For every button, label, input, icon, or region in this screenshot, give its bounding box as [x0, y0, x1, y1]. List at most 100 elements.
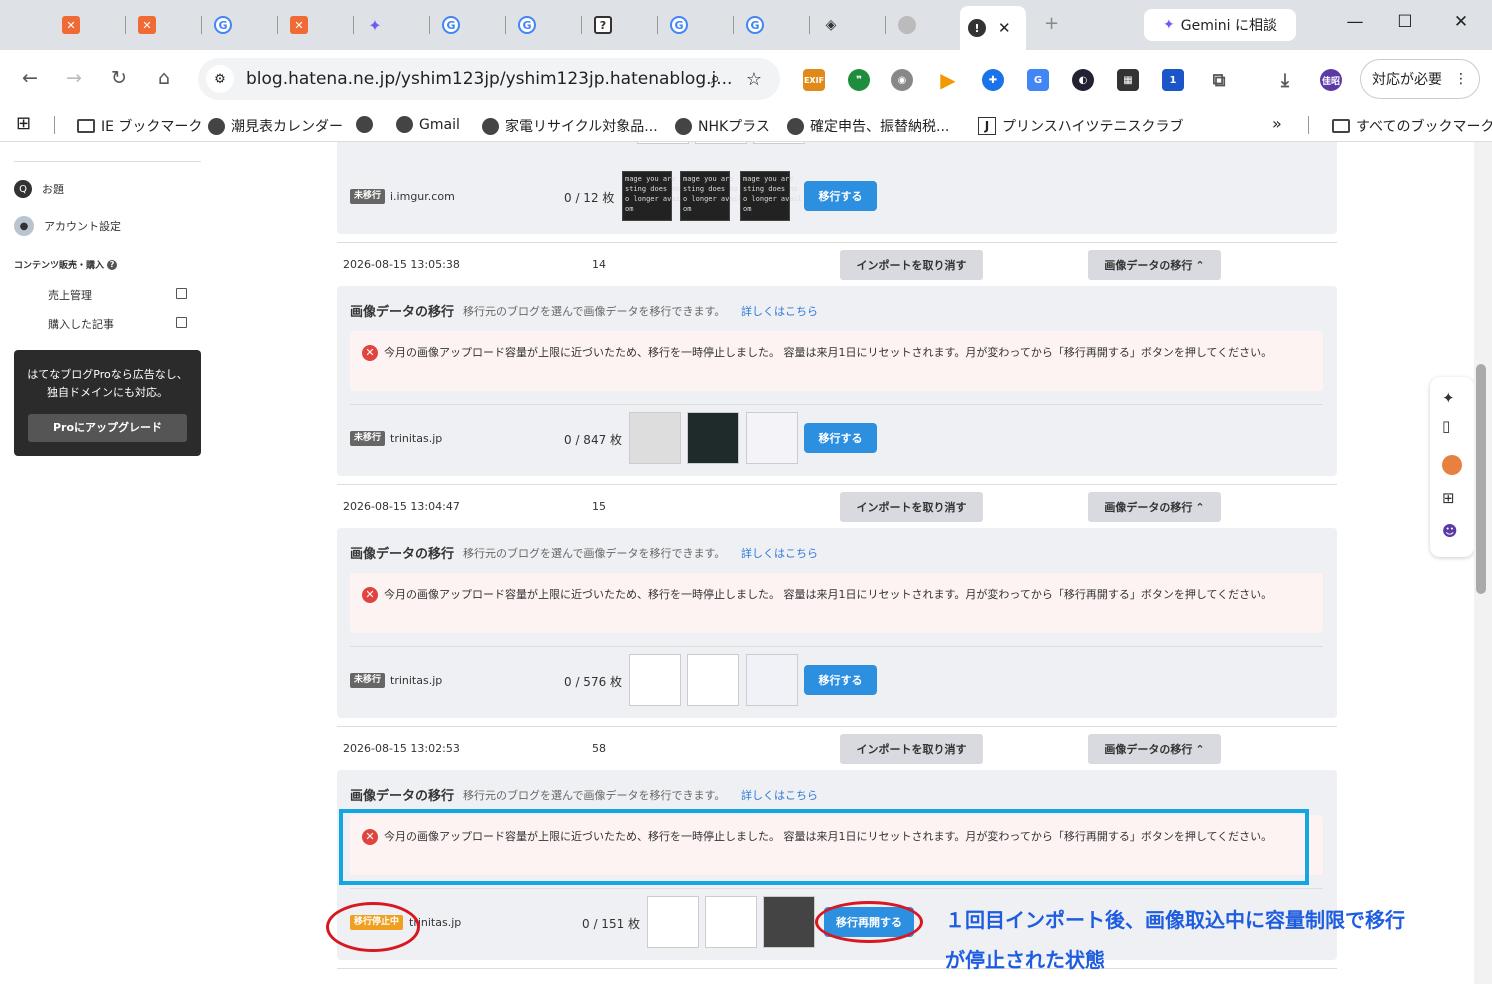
tab[interactable]: ? [586, 10, 658, 40]
site-info-icon[interactable]: ⚙ [206, 65, 234, 93]
avatar[interactable]: 佳昭 [1320, 69, 1342, 91]
scrollbar-thumb[interactable] [1476, 364, 1486, 594]
external-link-icon [176, 317, 187, 328]
bookmark-star-icon[interactable]: ☆ [746, 69, 762, 90]
image-thumbnail: mage you are sting does no o longer avai… [622, 171, 684, 221]
bookmark-item[interactable]: NHKプラス [675, 116, 770, 136]
user-icon: ● [14, 216, 34, 236]
details-link[interactable]: 詳しくはこちら [741, 787, 818, 803]
tab[interactable]: G [434, 10, 506, 40]
pro-upgrade-button[interactable]: Proにアップグレード [28, 414, 187, 442]
bookmark-item[interactable]: 潮見表カレンダー [208, 116, 343, 136]
sidebar-item-purchased[interactable]: 購入した記事 [48, 316, 114, 332]
tab[interactable]: G [206, 10, 278, 40]
globe-extension-icon[interactable]: ◐ [1072, 69, 1094, 91]
image-migration-toggle[interactable]: 画像データの移行 ⌃ [1088, 250, 1221, 280]
bookmark-item[interactable]: Gmail [396, 116, 460, 133]
exif-extension-icon[interactable]: EXIF [803, 69, 825, 91]
image-thumbnail [705, 896, 757, 948]
sidebar-item-account[interactable]: ● アカウント設定 [14, 216, 121, 236]
chevron-up-icon: ⌃ [1195, 500, 1205, 514]
xampp-icon: ✕ [290, 16, 308, 34]
bookmark-item[interactable] [356, 116, 379, 133]
sidebar-item-sales[interactable]: 売上管理 [48, 287, 92, 303]
bookmark-item[interactable]: 確定申告、振替納税... [787, 116, 949, 136]
google-icon: G [670, 16, 688, 34]
tab[interactable]: G [662, 10, 734, 40]
source-domain: i.imgur.com [390, 190, 455, 203]
details-link[interactable]: 詳しくはこちら [741, 545, 818, 561]
address-bar[interactable]: ⚙ blog.hatena.ne.jp/yshim123jp/yshim123j… [198, 58, 780, 100]
play-extension-icon[interactable]: ▶ [937, 68, 959, 92]
window-close-icon[interactable]: ✕ [1446, 12, 1476, 32]
tab[interactable]: ✦ [358, 10, 430, 40]
divider [54, 116, 55, 134]
close-tab-icon[interactable]: ✕ [998, 19, 1011, 37]
chevron-up-icon: ⌃ [1195, 742, 1205, 756]
reload-icon[interactable]: ↻ [106, 67, 132, 89]
back-icon[interactable]: ← [17, 67, 43, 89]
divider [350, 888, 1323, 889]
puzzle-ext-icon[interactable]: ✚ [982, 69, 1004, 91]
new-feature-icon[interactable] [1442, 455, 1462, 475]
bookmark-item[interactable]: J プリンスハイツテニスクラブ [978, 116, 1183, 136]
bookmark-folder[interactable]: IE ブックマーク [77, 116, 202, 136]
sparkle-icon[interactable]: ✦ [1442, 389, 1455, 407]
help-icon[interactable]: ? [107, 259, 118, 270]
bookmark-item[interactable]: 家電リサイクル対象品... [482, 116, 658, 136]
migrate-button[interactable]: 移行する [804, 423, 877, 453]
quote-extension-icon[interactable]: ❞ [848, 69, 870, 91]
action-needed-button[interactable]: 対応が必要 ⋮ [1360, 59, 1480, 99]
download-icon[interactable]: ⤓ [1274, 69, 1296, 91]
qr-extension-icon[interactable]: ▦ [1117, 69, 1139, 91]
tab[interactable] [890, 10, 956, 40]
details-link[interactable]: 詳しくはこちら [741, 303, 818, 319]
migrate-button[interactable]: 移行する [804, 665, 877, 695]
maximize-icon[interactable]: ☐ [1390, 12, 1420, 32]
search-icon[interactable]: ⌕ [710, 69, 720, 89]
hatena-icon: ! [968, 19, 986, 37]
sidebar-item-topics[interactable]: Q お題 [14, 180, 64, 198]
apps-grid-icon[interactable]: ⊞ [1442, 489, 1455, 507]
scrollbar[interactable] [1474, 142, 1492, 984]
tab[interactable]: ◈ [814, 10, 886, 40]
image-thumbnail [629, 654, 681, 706]
divider [14, 142, 201, 162]
counter-extension-icon[interactable]: 1 [1162, 69, 1184, 91]
home-icon[interactable]: ⌂ [151, 67, 177, 89]
tab[interactable]: G [510, 10, 582, 40]
highlight-oval [326, 902, 420, 952]
migrate-button[interactable]: 移行する [804, 181, 877, 211]
xampp-icon: ✕ [138, 16, 156, 34]
tab[interactable]: ✕ [130, 10, 202, 40]
status-badge: 未移行 [350, 431, 386, 446]
minimize-icon[interactable]: — [1340, 12, 1370, 32]
translate-extension-icon[interactable]: G [1027, 69, 1049, 91]
tab[interactable]: G [738, 10, 810, 40]
cancel-import-button[interactable]: インポートを取り消す [840, 492, 983, 522]
tab[interactable]: ✕ [54, 10, 126, 40]
sidebar: Q お題 ● アカウント設定 コンテンツ販売・購入? 売上管理 購入した記事 はてな… [0, 142, 210, 984]
active-tab[interactable]: ! ✕ [960, 6, 1026, 50]
image-thumbnail: mage you are sting does no o longer avai… [740, 171, 802, 221]
image-migration-toggle[interactable]: 画像データの移行 ⌃ [1088, 492, 1221, 522]
tab[interactable]: ✕ [282, 10, 354, 40]
cancel-import-button[interactable]: インポートを取り消す [840, 250, 983, 280]
rss-extension-icon[interactable]: ◉ [891, 69, 913, 91]
image-migration-toggle[interactable]: 画像データの移行 ⌃ [1088, 734, 1221, 764]
globe-icon [356, 116, 373, 133]
extensions-icon[interactable]: ⧉ [1208, 69, 1230, 91]
source-domain: trinitas.jp [390, 432, 443, 445]
bot-icon[interactable]: ☻ [1442, 522, 1458, 540]
panel-description: 移行元のブログを選んで画像データを移行できます。 [463, 547, 726, 560]
all-bookmarks-folder[interactable]: すべてのブックマーク [1332, 116, 1492, 136]
forward-icon[interactable]: → [61, 67, 87, 89]
book-icon[interactable]: ▯ [1442, 417, 1450, 435]
error-alert: ✕ 今月の画像アップロード容量が上限に近づいたため、移行を一時停止しました。 容量… [350, 331, 1323, 391]
new-tab-icon[interactable]: + [1044, 13, 1059, 34]
migration-progress: 0 / 576 枚 [564, 675, 623, 689]
cancel-import-button[interactable]: インポートを取り消す [840, 734, 983, 764]
gemini-button[interactable]: ✦ Gemini に相談 [1144, 9, 1296, 41]
more-bookmarks-icon[interactable]: » [1272, 114, 1282, 133]
apps-icon[interactable]: ⊞ [16, 113, 31, 134]
